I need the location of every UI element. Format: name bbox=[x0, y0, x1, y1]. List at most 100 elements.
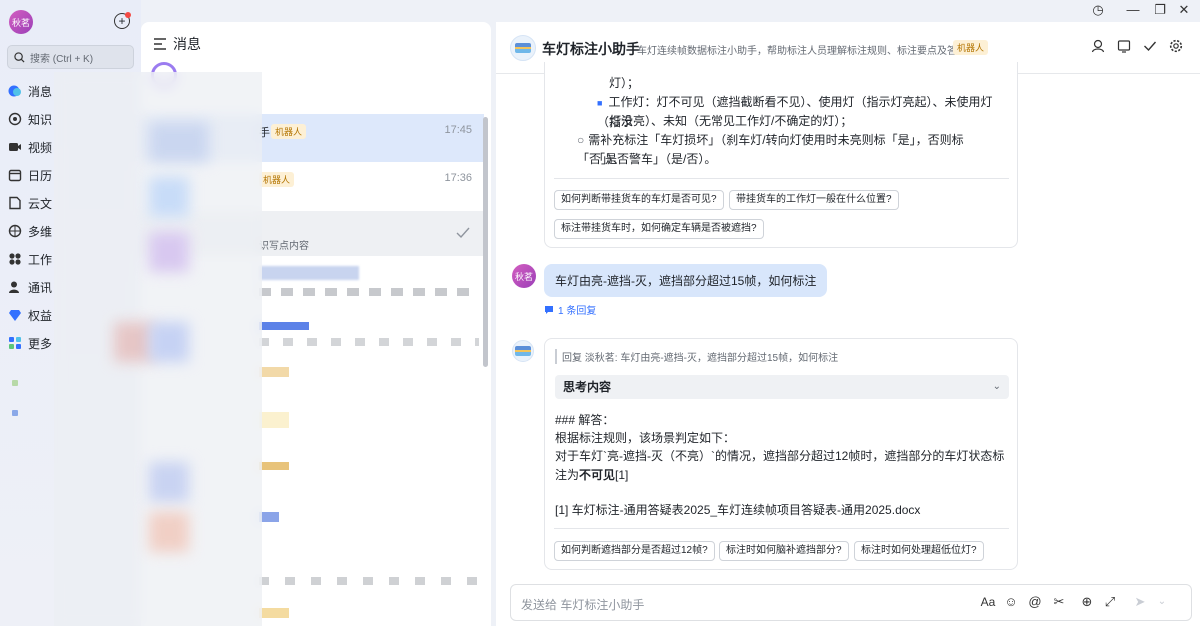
suggestion-chip[interactable]: 带挂货车的工作灯一般在什么位置? bbox=[729, 190, 899, 210]
plus-icon: + bbox=[118, 14, 126, 28]
redacted-block bbox=[259, 288, 479, 296]
citation[interactable]: [1] bbox=[615, 468, 628, 482]
bot-tag: 机器人 bbox=[259, 172, 295, 187]
nav-item-label: 多维 bbox=[28, 224, 53, 239]
nav-item-label: 日历 bbox=[28, 168, 53, 183]
bot-avatar[interactable] bbox=[510, 35, 536, 61]
list-title: 消息 bbox=[173, 36, 201, 52]
suggestion-chip[interactable]: 标注带挂货车时，如何确定车辆是否被遮挡? bbox=[554, 219, 764, 239]
notification-dot bbox=[125, 12, 131, 18]
redacted-block bbox=[259, 412, 289, 428]
suggestion-chip[interactable]: 如何判断遮挡部分是否超过12帧? bbox=[554, 541, 715, 561]
close-icon[interactable]: ✕ bbox=[1175, 2, 1193, 18]
history-icon[interactable]: ◷ bbox=[1089, 2, 1107, 18]
mention-icon[interactable]: @ bbox=[1027, 594, 1043, 610]
nav-item-docs[interactable]: 云文 bbox=[8, 190, 58, 216]
message-input[interactable]: 发送给 车灯标注小助手 Aa ☺ @ ✂ ⊕ ⤢ ➤ ⌄ bbox=[510, 584, 1192, 621]
nav-item-benefits[interactable]: 权益 bbox=[8, 302, 58, 328]
nav-item-base[interactable]: 多维 bbox=[8, 218, 58, 244]
chat-panel: 车灯标注小助手 车灯连续帧数据标注小助手，帮助标注人员理解标注规则、标注要点及答… bbox=[496, 22, 1200, 626]
suggestion-chip[interactable]: 标注时如何脑补遮挡部分? bbox=[719, 541, 849, 561]
redacted-block bbox=[259, 266, 359, 280]
conversation-preview: 识写点内容 bbox=[259, 241, 309, 252]
maximize-icon[interactable]: ❐ bbox=[1151, 2, 1169, 18]
nav-item-label: 工作 bbox=[28, 252, 53, 267]
redacted-block bbox=[259, 322, 309, 330]
input-placeholder: 发送给 车灯标注小助手 bbox=[521, 598, 645, 612]
card-line: 灯）； bbox=[609, 76, 640, 90]
search-icon bbox=[14, 51, 25, 63]
chat-title[interactable]: 车灯标注小助手 bbox=[542, 39, 640, 59]
suggestion-chip[interactable]: 如何判断带挂货车的车灯是否可见? bbox=[554, 190, 724, 210]
conversation-time: 17:36 bbox=[444, 172, 472, 184]
message-icon bbox=[8, 84, 22, 98]
car-light-icon bbox=[515, 43, 531, 53]
answer-line: 根据标注规则，该场景判定如下： bbox=[555, 431, 736, 445]
scissors-icon[interactable]: ✂ bbox=[1051, 594, 1067, 610]
folder-marker bbox=[12, 380, 18, 386]
thinking-toggle[interactable]: 思考内容 ⌄ bbox=[555, 375, 1009, 399]
knowledge-icon bbox=[8, 112, 22, 126]
hollow-bullet-icon: ○ bbox=[577, 133, 585, 147]
reply-count: 1 条回复 bbox=[558, 306, 597, 317]
list-scrollbar[interactable] bbox=[483, 117, 488, 367]
base-icon bbox=[8, 224, 22, 238]
blurred-avatar bbox=[149, 322, 189, 362]
nav-item-video[interactable]: 视频 bbox=[8, 134, 58, 160]
nav-item-label: 云文 bbox=[28, 196, 53, 211]
thinking-label: 思考内容 bbox=[563, 380, 612, 394]
reference-line[interactable]: [1] 车灯标注-通用答疑表2025_车灯连续帧项目答疑表-通用2025.doc… bbox=[555, 501, 920, 520]
diamond-icon bbox=[8, 308, 22, 322]
redacted-block bbox=[259, 338, 479, 346]
text-format-icon[interactable]: Aa bbox=[980, 594, 996, 610]
nav-item-contacts[interactable]: 通讯 bbox=[8, 274, 58, 300]
bot-avatar[interactable] bbox=[512, 340, 534, 362]
nav-item-more[interactable]: 更多 bbox=[8, 330, 58, 356]
nav-item-label: 权益 bbox=[28, 308, 53, 323]
check-icon[interactable] bbox=[456, 227, 470, 239]
add-icon[interactable]: ⊕ bbox=[1079, 594, 1095, 610]
folder-marker bbox=[12, 410, 18, 416]
reply-quote: 回复 淡秋茗: 车灯由亮-遮挡-灭，遮挡部分超过15帧，如何标注 bbox=[555, 349, 838, 364]
nav-item-workplace[interactable]: 工作 bbox=[8, 246, 58, 272]
car-light-icon bbox=[515, 346, 531, 356]
avatar-text: 秋茗 bbox=[11, 17, 30, 28]
bullet-icon: ■ bbox=[597, 98, 603, 108]
redacted-block bbox=[259, 608, 289, 618]
contacts-icon bbox=[8, 280, 22, 294]
user-avatar[interactable]: 秋茗 bbox=[512, 264, 536, 288]
nav-item-messages[interactable]: 消息 bbox=[8, 78, 58, 104]
send-icon[interactable]: ➤ bbox=[1132, 594, 1148, 610]
reply-thread-link[interactable]: 1 条回复 bbox=[544, 302, 596, 317]
minimize-icon[interactable]: — bbox=[1124, 2, 1142, 18]
blurred-avatar bbox=[149, 512, 189, 552]
expand-icon[interactable]: ⤢ bbox=[1102, 594, 1118, 610]
nav-item-knowledge[interactable]: 知识 bbox=[8, 106, 58, 132]
search-box[interactable]: 搜索 (Ctrl + K) bbox=[7, 45, 134, 69]
nav-item-calendar[interactable]: 日历 bbox=[8, 162, 58, 188]
bot-answer-card: 回复 淡秋茗: 车灯由亮-遮挡-灭，遮挡部分超过15帧，如何标注 思考内容 ⌄ … bbox=[544, 338, 1018, 570]
blurred-avatar bbox=[149, 122, 209, 162]
calendar-icon bbox=[8, 168, 22, 182]
card-divider bbox=[554, 528, 1009, 529]
previous-bot-card: 灯）； ■ 工作灯：灯不可见（遮挡截断看不见）、使用灯（指示灯亮起）、未使用灯（指… bbox=[544, 62, 1018, 248]
redacted-block bbox=[259, 512, 279, 522]
task-check-icon[interactable] bbox=[1142, 39, 1158, 55]
video-icon bbox=[8, 140, 22, 154]
user-message-bubble: 车灯由亮-遮挡-灭，遮挡部分超过15帧，如何标注 bbox=[544, 264, 828, 297]
settings-icon[interactable] bbox=[1168, 39, 1184, 55]
nav-item-label: 知识 bbox=[28, 112, 53, 127]
answer-heading: ### 解答： bbox=[555, 413, 615, 427]
nav-item-label: 通讯 bbox=[28, 280, 53, 295]
chevron-down-icon[interactable]: ⌄ bbox=[1154, 594, 1170, 610]
share-icon[interactable] bbox=[1116, 39, 1132, 55]
chevron-down-icon: ⌄ bbox=[992, 381, 1001, 392]
user-avatar[interactable]: 秋茗 bbox=[9, 10, 33, 34]
answer-bold: 不可见 bbox=[579, 468, 616, 482]
member-icon[interactable] bbox=[1090, 39, 1106, 55]
list-filter-icon[interactable] bbox=[153, 38, 167, 50]
doc-icon bbox=[8, 196, 22, 210]
emoji-icon[interactable]: ☺ bbox=[1003, 594, 1019, 610]
suggestion-chip[interactable]: 标注时如何处理超低位灯? bbox=[854, 541, 984, 561]
privacy-blur-overlay bbox=[54, 72, 262, 626]
